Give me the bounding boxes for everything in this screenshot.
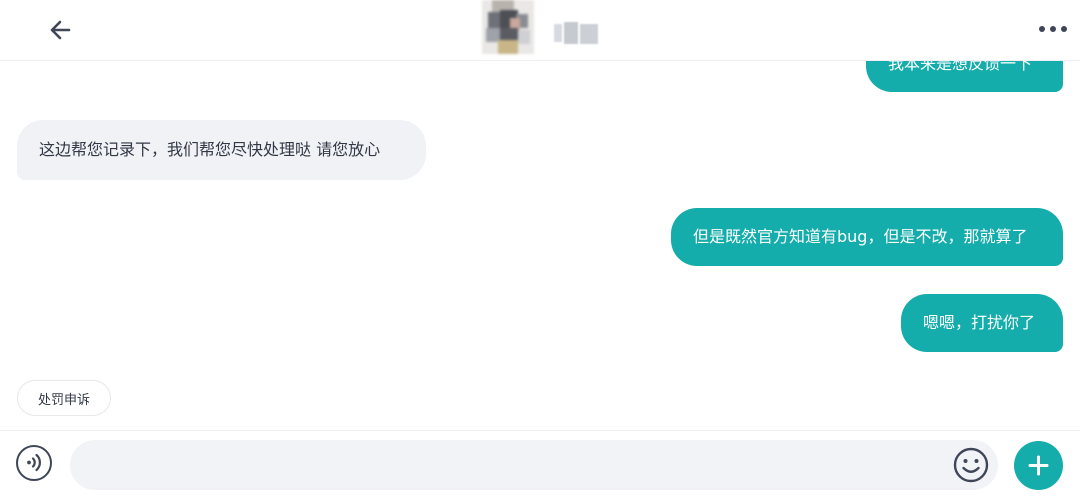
- more-button[interactable]: [1035, 20, 1069, 40]
- message-input[interactable]: [70, 440, 998, 490]
- voice-input-button[interactable]: [16, 445, 52, 481]
- plus-icon: [1028, 455, 1049, 476]
- message-text: 这边帮您记录下，我们帮您尽快处理哒 请您放心: [39, 140, 381, 159]
- arrow-left-icon: [50, 20, 71, 40]
- chat-screen: 我本来是想反馈一下 这边帮您记录下，我们帮您尽快处理哒 请您放心 但是既然官方知…: [0, 0, 1080, 498]
- voice-wave-icon: [27, 453, 41, 472]
- add-attachment-button[interactable]: [1014, 441, 1063, 490]
- more-horizontal-icon: [1039, 26, 1045, 32]
- contact-name: [554, 22, 600, 44]
- composer-bar: [0, 430, 1080, 498]
- message-bubble-outgoing[interactable]: 嗯嗯，打扰你了: [901, 294, 1063, 352]
- quick-reply-label: 处罚申诉: [38, 392, 91, 408]
- message-text: 嗯嗯，打扰你了: [923, 313, 1036, 332]
- more-horizontal-icon: [1061, 26, 1067, 32]
- message-list[interactable]: 我本来是想反馈一下 这边帮您记录下，我们帮您尽快处理哒 请您放心 但是既然官方知…: [0, 0, 1080, 430]
- more-horizontal-icon: [1050, 26, 1056, 32]
- message-bubble-outgoing[interactable]: 但是既然官方知道有bug，但是不改，那就算了: [671, 208, 1063, 266]
- message-bubble-incoming[interactable]: 这边帮您记录下，我们帮您尽快处理哒 请您放心: [17, 120, 426, 180]
- quick-reply-appeal-button[interactable]: 处罚申诉: [17, 380, 112, 416]
- chat-header: [0, 0, 1080, 61]
- back-button[interactable]: [44, 15, 78, 45]
- avatar[interactable]: [482, 0, 534, 54]
- message-text: 但是既然官方知道有bug，但是不改，那就算了: [693, 227, 1028, 246]
- emoji-button[interactable]: [953, 447, 989, 483]
- smiley-icon: [953, 447, 989, 483]
